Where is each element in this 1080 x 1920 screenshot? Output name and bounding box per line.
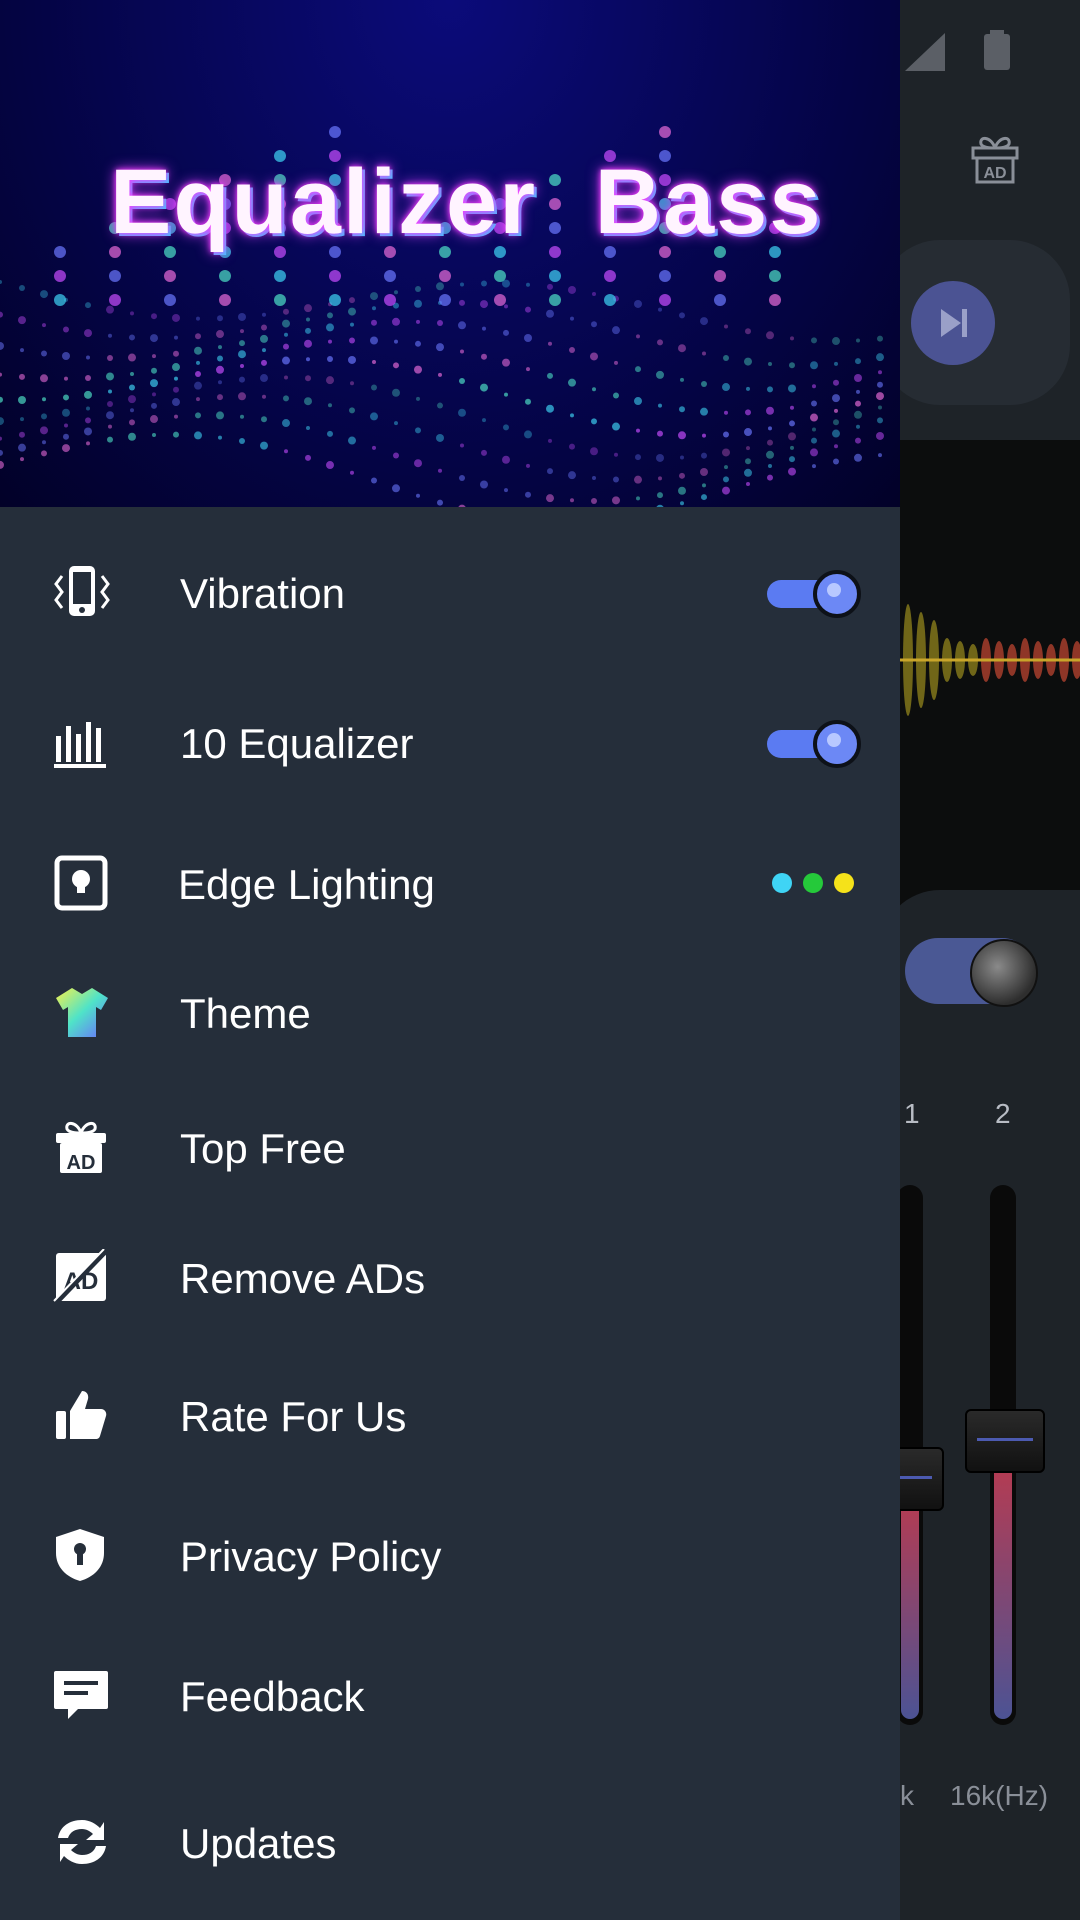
menu-item-label: 10 Equalizer [180,720,414,767]
menu-item-label: Feedback [180,1673,365,1720]
menu-item-theme[interactable]: Theme [0,962,900,1062]
next-track-button[interactable] [911,281,995,365]
vibration-switch[interactable] [765,570,861,618]
menu-item-rate-for-us[interactable]: Rate For Us [0,1365,900,1465]
gift-ad-icon: AD [56,1122,106,1174]
audio-visualizer [900,604,1080,716]
band-number-2: 2 [995,1098,1011,1129]
no-ad-icon: AD [53,1249,108,1305]
cell-signal-icon [905,33,945,71]
app-title: Equalizer Bass [110,151,823,253]
tshirt-icon [56,988,108,1037]
menu-item-label: Theme [180,990,311,1037]
skip-next-icon [941,309,967,337]
equalizer-10-switch[interactable] [765,720,861,768]
shield-lock-icon [56,1529,104,1581]
menu-item-label: Updates [180,1820,337,1867]
band-slider-thumb-2[interactable] [965,1409,1045,1473]
band-slider-fill-2 [994,1439,1012,1719]
menu-item-feedback[interactable]: Feedback [0,1645,900,1745]
menu-item-label: Edge Lighting [178,861,435,908]
frequency-label-hz: 16k(Hz) [950,1780,1049,1811]
menu-item-remove-ads[interactable]: AD Remove ADs [0,1227,900,1327]
drawer-banner: Equalizer Bass [0,0,900,507]
menu-item-label: Top Free [180,1125,346,1172]
bass-switch-knob[interactable] [970,939,1038,1007]
menu-item-updates[interactable]: Updates [0,1792,900,1892]
menu-item-label: Privacy Policy [180,1533,442,1580]
navigation-drawer: Equalizer Bass Vibration 10 Equalizer Ed… [0,0,900,1920]
edge-lighting-icon [54,855,108,911]
frequency-label: k [900,1780,914,1811]
menu-item-label: Vibration [180,570,346,617]
edge-color-dots[interactable] [772,873,865,898]
menu-item-edge-lighting[interactable]: Edge Lighting [0,833,900,933]
color-dot-yellow [834,873,854,893]
color-dot-green [803,873,823,893]
menu-item-vibration[interactable]: Vibration [0,542,900,642]
color-dot-cyan [772,873,792,893]
vibration-icon [54,566,110,616]
thumbs-up-icon [56,1391,107,1439]
chat-icon [54,1671,108,1719]
svg-text:AD: AD [983,165,1006,182]
menu-item-10-equalizer[interactable]: 10 Equalizer [0,692,900,792]
menu-item-label: Remove ADs [180,1255,426,1302]
equalizer-bars-icon [54,722,106,768]
menu-item-privacy-policy[interactable]: Privacy Policy [0,1505,900,1605]
menu-item-top-free[interactable]: AD Top Free [0,1097,900,1197]
gift-ad-icon[interactable]: AD [967,130,1023,186]
battery-icon [984,30,1010,70]
svg-text:AD: AD [67,1152,96,1174]
band-number-1: 1 [904,1098,920,1129]
refresh-icon [58,1820,106,1864]
menu-item-label: Rate For Us [180,1393,407,1440]
band-slider-fill-1 [901,1477,919,1719]
